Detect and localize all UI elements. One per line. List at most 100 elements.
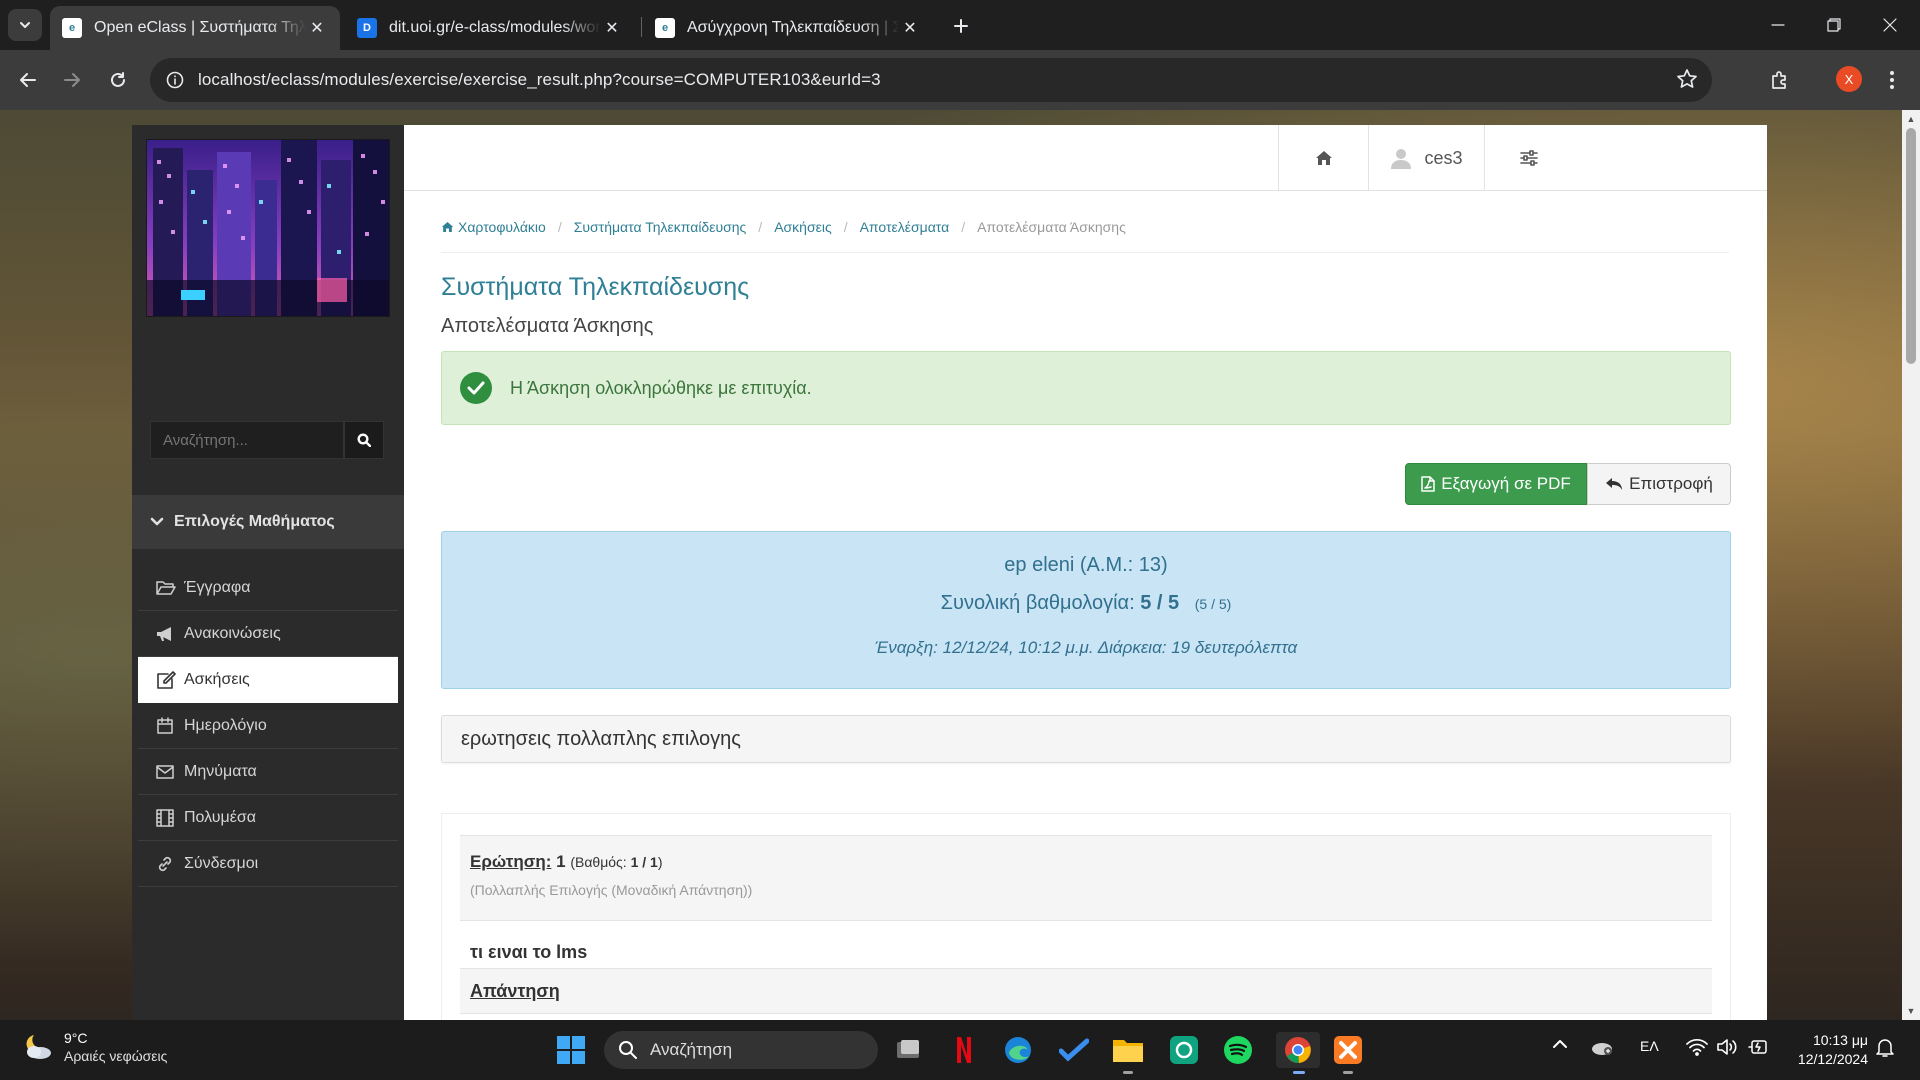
partly-cloudy-night-icon: [26, 1035, 51, 1059]
language-indicator[interactable]: ΕΛ: [1640, 1038, 1659, 1054]
edge-icon: [1005, 1037, 1031, 1063]
chevron-down-icon: [20, 22, 30, 28]
question-type: (Πολλαπλής Επιλογής (Μοναδική Απάντηση)): [470, 882, 753, 898]
sidebar-item-messages[interactable]: Μηνύματα: [138, 749, 398, 795]
tab-search-button[interactable]: [8, 9, 42, 41]
breadcrumb-exercises[interactable]: Ασκήσεις: [774, 219, 832, 235]
windows-logo-icon: [557, 1036, 585, 1064]
volume-tray[interactable]: [1716, 1038, 1738, 1056]
breadcrumb-course[interactable]: Συστήματα Τηλεκπαίδευσης: [574, 219, 747, 235]
course-title[interactable]: Συστήματα Τηλεκπαίδευσης: [441, 273, 749, 302]
scroll-up-arrow[interactable]: ▲: [1906, 114, 1916, 124]
page-scrollbar[interactable]: ▲ ▼: [1902, 110, 1920, 1020]
battery-tray[interactable]: [1746, 1038, 1770, 1056]
chrome-app[interactable]: [1276, 1032, 1320, 1074]
onedrive-tray[interactable]: [1590, 1038, 1614, 1056]
question-panel: Ερώτηση: 1 (Βαθμός: 1 / 1) (Πολλαπλής Επ…: [441, 813, 1731, 1020]
reload-icon: [111, 72, 125, 87]
username-label: ces3: [1424, 147, 1463, 168]
browser-tab-2[interactable]: D dit.uoi.gr/e-class/modules/work ✕: [345, 6, 635, 50]
profile-avatar[interactable]: X: [1836, 66, 1862, 92]
show-hidden-icons-button[interactable]: [1552, 1038, 1568, 1050]
arrow-right-icon: [64, 73, 80, 87]
browser-tab-bar: e Open eClass | Συστήματα Τηλεκπαίδευσης…: [0, 0, 1920, 50]
spotify-app[interactable]: [1220, 1032, 1256, 1068]
eclass-icon: e: [62, 18, 82, 38]
home-button[interactable]: [1278, 125, 1368, 191]
restore-button[interactable]: [1806, 0, 1862, 50]
start-button[interactable]: [556, 1035, 586, 1065]
address-bar[interactable]: localhost/eclass/modules/exercise/exerci…: [150, 58, 1712, 102]
result-summary: ep eleni (Α.Μ.: 13) Συνολική βαθμολογία:…: [441, 531, 1731, 689]
new-tab-button[interactable]: [948, 13, 974, 39]
back-to-results-button[interactable]: Επιστροφή: [1587, 463, 1731, 505]
task-view-button[interactable]: [890, 1032, 926, 1068]
running-indicator: [1343, 1071, 1353, 1074]
taskbar-search[interactable]: Αναζήτηση: [604, 1031, 878, 1069]
file-explorer-app[interactable]: [1110, 1032, 1146, 1074]
sidebar-item-documents[interactable]: Έγγραφα: [138, 565, 398, 611]
xampp-app[interactable]: [1330, 1032, 1366, 1074]
sidebar-item-label: Πολυμέσα: [184, 808, 256, 826]
close-tab-icon[interactable]: ✕: [601, 17, 623, 39]
settings-button[interactable]: [1484, 125, 1572, 191]
todo-app[interactable]: [1056, 1032, 1092, 1068]
weather-widget[interactable]: 9°C Αραιές νεφώσεις: [20, 1030, 167, 1064]
sidebar-search-button[interactable]: [344, 421, 384, 459]
sidebar-search: [150, 421, 384, 459]
netflix-app[interactable]: [946, 1032, 982, 1068]
file-pdf-icon: [1421, 476, 1435, 492]
system-clock[interactable]: 10:13 μμ 12/12/2024: [1798, 1031, 1868, 1069]
edge-app[interactable]: [1000, 1032, 1036, 1068]
browser-menu-button[interactable]: [1876, 64, 1908, 96]
close-tab-icon[interactable]: ✕: [306, 17, 328, 39]
scroll-down-arrow[interactable]: ▼: [1906, 1006, 1916, 1016]
start-value: 12/12/24, 10:12 μ.μ.: [942, 638, 1094, 657]
user-menu[interactable]: ces3: [1368, 125, 1484, 191]
breadcrumb-portfolio[interactable]: Χαρτοφυλάκιο: [441, 219, 546, 235]
bell-icon: [1876, 1039, 1894, 1057]
chatgpt-app[interactable]: [1166, 1032, 1202, 1068]
edit-icon: [156, 671, 176, 689]
browser-toolbar: localhost/eclass/modules/exercise/exerci…: [0, 50, 1920, 110]
sidebar-item-links[interactable]: Σύνδεσμοι: [138, 841, 398, 887]
close-window-button[interactable]: [1862, 0, 1918, 50]
extensions-button[interactable]: [1764, 64, 1796, 96]
grade-value: 1 / 1: [630, 854, 658, 870]
sidebar-item-announcements[interactable]: Ανακοινώσεις: [138, 611, 398, 657]
answer-label: Απάντηση: [470, 981, 560, 1001]
forward-button[interactable]: [56, 64, 88, 96]
page-viewport: Επιλογές Μαθήματος Έγγραφα Ανακοινώσεις …: [0, 110, 1920, 1020]
close-icon: [1883, 18, 1897, 32]
tab-title: dit.uoi.gr/e-class/modules/work: [389, 19, 601, 36]
back-button[interactable]: [12, 64, 44, 96]
course-menu-toggle[interactable]: Επιλογές Μαθήματος: [132, 495, 404, 549]
scrollbar-thumb[interactable]: [1906, 128, 1916, 364]
browser-tab-1[interactable]: e Open eClass | Συστήματα Τηλεκπαίδευσης…: [50, 6, 340, 50]
minimize-button[interactable]: [1750, 0, 1806, 50]
reload-button[interactable]: [102, 64, 134, 96]
sidebar-item-multimedia[interactable]: Πολυμέσα: [138, 795, 398, 841]
duration-label: Διάρκεια:: [1097, 638, 1167, 657]
sidebar-item-calendar[interactable]: Ημερολόγιο: [138, 703, 398, 749]
breadcrumb: Χαρτοφυλάκιο / Συστήματα Τηλεκπαίδευσης …: [441, 219, 1729, 253]
tab-separator: [641, 17, 642, 37]
sidebar-search-input[interactable]: [150, 421, 344, 459]
site-info-icon[interactable]: [166, 71, 184, 89]
url-text[interactable]: localhost/eclass/modules/exercise/exerci…: [198, 70, 881, 90]
browser-tab-3[interactable]: e Ασύγχρονη Τηλεκπαίδευση | Συστήματα ✕: [643, 6, 933, 50]
cloud-sync-icon: [1592, 1043, 1612, 1055]
breadcrumb-results[interactable]: Αποτελέσματα: [860, 219, 950, 235]
answer-header: Απάντηση: [460, 968, 1712, 1014]
wifi-tray[interactable]: [1686, 1038, 1708, 1056]
attempt-time: Έναρξη: 12/12/24, 10:12 μ.μ. Διάρκεια: 1…: [442, 638, 1730, 658]
close-tab-icon[interactable]: ✕: [899, 17, 921, 39]
notifications-button[interactable]: [1876, 1038, 1894, 1058]
sidebar-item-label: Ημερολόγιο: [184, 716, 267, 734]
student-name: ep eleni (Α.Μ.: 13): [1004, 554, 1168, 576]
bookmark-star-icon[interactable]: [1676, 68, 1698, 90]
spotify-icon: [1224, 1036, 1252, 1064]
export-pdf-button[interactable]: Εξαγωγή σε PDF: [1405, 463, 1587, 505]
sidebar-item-exercises[interactable]: Ασκήσεις: [138, 657, 398, 703]
running-indicator: [1123, 1071, 1133, 1074]
